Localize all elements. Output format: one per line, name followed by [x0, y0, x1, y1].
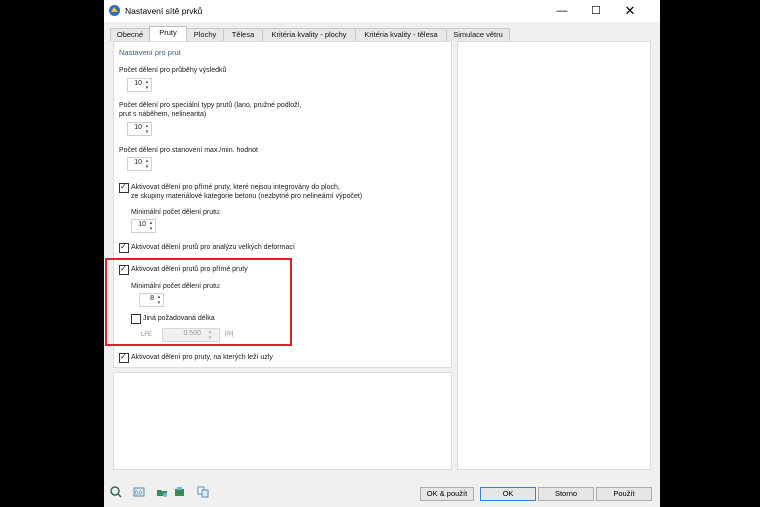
spinner-arrows-icon[interactable]: ▲ ▼ — [144, 79, 150, 91]
tab-kriteria-plochy[interactable]: Kritéria kvality - plochy — [262, 28, 356, 41]
apply-button[interactable]: Použít — [596, 487, 652, 501]
special-divisions-spinner[interactable]: 10 ▲ ▼ — [127, 122, 152, 136]
load-settings-icon[interactable] — [156, 486, 168, 498]
large-deformation-checkbox[interactable]: ✓ — [119, 242, 129, 253]
ok-button[interactable]: OK — [480, 487, 536, 501]
section-title: Nastavení pro prut — [119, 48, 181, 57]
save-settings-icon[interactable] — [174, 486, 186, 498]
svg-text:0.0: 0.0 — [135, 491, 142, 497]
tab-pruty[interactable]: Pruty — [149, 26, 187, 41]
dialog-window: Nastavení sítě prvků — ☐ ✕ Obecné Pruty … — [104, 0, 660, 507]
minimize-button[interactable]: — — [545, 0, 579, 22]
tab-simulace-vetru[interactable]: Simulace větru — [446, 28, 510, 41]
maxmin-divisions-value: 10 — [134, 159, 142, 166]
spinner-arrows-icon[interactable]: ▲ ▼ — [144, 158, 150, 170]
members-with-nodes-label: Aktivovat dělení pro pruty, na kterých l… — [131, 354, 273, 361]
check-icon: ✓ — [120, 242, 127, 251]
highlight-frame — [105, 258, 292, 346]
tab-telesa[interactable]: Tělesa — [223, 28, 263, 41]
title-bar: Nastavení sítě prvků — ☐ ✕ — [104, 0, 660, 22]
min-divisions-label: Minimální počet dělení prutu: — [131, 209, 221, 216]
special-divisions-value: 10 — [134, 124, 142, 131]
close-button[interactable]: ✕ — [613, 0, 647, 22]
min-divisions-value: 10 — [138, 221, 146, 228]
info-panel — [457, 41, 651, 470]
large-deformation-label: Aktivovat dělení prutů pro analýzu velký… — [131, 244, 295, 251]
members-with-nodes-checkbox[interactable]: ✓ — [119, 352, 129, 363]
help-icon[interactable] — [110, 486, 122, 498]
min-divisions-spinner[interactable]: 10 ▲ ▼ — [131, 219, 156, 233]
ok-apply-button[interactable]: OK & použít — [420, 487, 474, 501]
results-divisions-value: 10 — [134, 80, 142, 87]
special-divisions-label-2: prut s náběhem, nelinearita) — [119, 111, 207, 118]
spinner-arrows-icon[interactable]: ▲ ▼ — [144, 123, 150, 135]
tab-obecne[interactable]: Obecné — [110, 28, 150, 41]
check-icon: ✓ — [120, 182, 127, 191]
preview-panel — [113, 372, 452, 470]
straight-not-integrated-label-2: ze skupiny materiálové kategorie betonu … — [131, 193, 363, 200]
window-title: Nastavení sítě prvků — [125, 6, 203, 16]
check-icon: ✓ — [120, 352, 127, 361]
cancel-button[interactable]: Storno — [538, 487, 594, 501]
straight-not-integrated-checkbox[interactable]: ✓ — [119, 182, 129, 193]
tab-kriteria-telesa[interactable]: Kritéria kvality - tělesa — [355, 28, 447, 41]
spinner-arrows-icon[interactable]: ▲ ▼ — [148, 220, 154, 232]
special-divisions-label-1: Počet dělení pro speciální typy prutů (l… — [119, 102, 302, 109]
maxmin-divisions-label: Počet dělení pro stanovení max./min. hod… — [119, 147, 258, 154]
maxmin-divisions-spinner[interactable]: 10 ▲ ▼ — [127, 157, 152, 171]
copy-icon[interactable] — [197, 486, 209, 498]
results-divisions-spinner[interactable]: 10 ▲ ▼ — [127, 78, 152, 92]
maximize-button[interactable]: ☐ — [579, 0, 613, 22]
units-icon[interactable]: 0.0 — [133, 486, 145, 498]
results-divisions-label: Počet dělení pro průběhy výsledků — [119, 67, 227, 74]
tab-plochy[interactable]: Plochy — [186, 28, 224, 41]
tab-bar: Obecné Pruty Plochy Tělesa Kritéria kval… — [110, 26, 650, 41]
straight-not-integrated-label-1: Aktivovat dělení pro přímé pruty, které … — [131, 184, 340, 191]
app-icon — [109, 5, 120, 16]
